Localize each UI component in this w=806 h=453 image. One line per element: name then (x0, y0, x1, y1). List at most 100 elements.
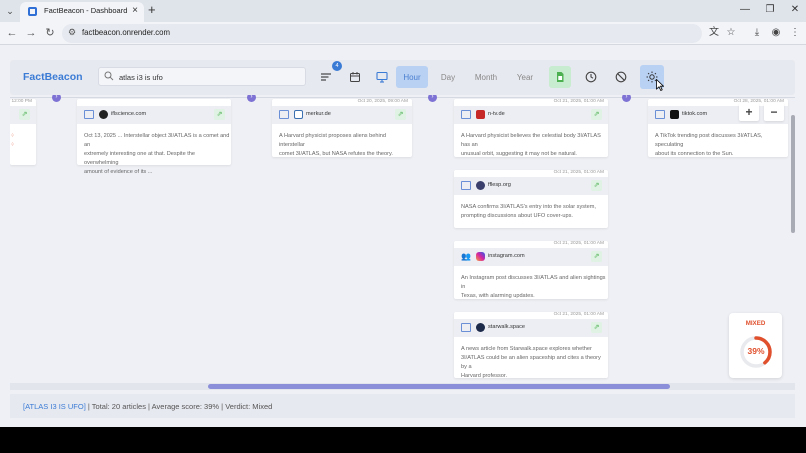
article-card[interactable]: Oct 21, 2025, 01:00 AM n-tv.de ⇗ A Harva… (454, 99, 608, 157)
news-type-icon (655, 110, 665, 119)
article-card[interactable]: Oct 21, 2025, 01:00 AM 👥 instagram.com ⇗… (454, 241, 608, 299)
monitor-view-button[interactable] (371, 66, 393, 88)
source-favicon-icon (476, 252, 485, 261)
dashboard-page: FactBeacon 4 (0, 45, 806, 427)
browser-menu-icon[interactable]: ⋮ (788, 27, 802, 39)
news-type-icon (279, 110, 289, 119)
article-card[interactable]: Oct 21, 2025, 01:00 AM starwalk.space ⇗ … (454, 312, 608, 379)
timeline-marker[interactable]: › (52, 95, 61, 102)
monitor-icon (376, 71, 388, 83)
news-type-icon (461, 110, 471, 119)
timeline-view[interactable]: › › › › 12:00 PM ⇗ ⁘ ⁘ iflscience.com ⇗ O… (10, 95, 795, 390)
article-summary: A news article from Starwalk.space explo… (461, 346, 601, 379)
new-tab-button[interactable]: + (148, 3, 156, 17)
source-name: instagram.com (488, 253, 525, 259)
status-footer: [ATLAS I3 IS UFO] | Total: 20 articles |… (10, 394, 795, 418)
export-sheet-button[interactable] (549, 66, 571, 88)
source-favicon-icon (476, 110, 485, 119)
download-icon[interactable]: ⤓ (750, 27, 764, 39)
open-link-icon[interactable]: ⇗ (591, 109, 602, 120)
open-link-icon[interactable]: ⇗ (591, 180, 602, 191)
filter-sort-button[interactable]: 4 (315, 61, 342, 88)
source-name: merkur.de (306, 111, 331, 117)
block-button[interactable] (610, 66, 632, 88)
source-favicon-icon (99, 110, 108, 119)
source-favicon-icon (670, 110, 679, 119)
card-header: n-tv.de ⇗ (454, 106, 608, 124)
zoom-out-button[interactable]: − (764, 103, 784, 121)
card-header: ⇗ (10, 106, 36, 124)
profile-icon[interactable]: ◉ (769, 27, 783, 39)
address-bar[interactable]: ⚙ factbeacon.onrender.com (62, 24, 702, 43)
article-summary: NASA confirms 3I/ATLAS's entry into the … (461, 204, 596, 219)
footer-query: [ATLAS I3 IS UFO] (23, 402, 86, 411)
article-card[interactable]: iflscience.com ⇗ Oct 13, 2025 ... Inters… (77, 99, 231, 175)
verdict-label: MIXED (745, 320, 766, 327)
bookmark-star-icon[interactable]: ☆ (724, 27, 738, 39)
source-favicon-icon (476, 181, 485, 190)
calendar-button[interactable] (344, 66, 366, 88)
calendar-icon (350, 72, 360, 82)
window-close-icon[interactable]: ✕ (786, 3, 804, 17)
site-info-icon[interactable]: ⚙ (68, 27, 76, 38)
granularity-month[interactable]: Month (470, 66, 502, 88)
article-card[interactable]: Oct 20, 2025, 09:00 AM merkur.de ⇗ A Har… (272, 99, 412, 157)
score-percent: 39% (747, 346, 765, 356)
search-input[interactable] (119, 70, 299, 84)
forward-icon[interactable]: → (24, 26, 38, 40)
article-summary: A Harvard physicist believes the celesti… (461, 133, 601, 157)
brand-logo[interactable]: FactBeacon (23, 71, 83, 83)
granularity-year[interactable]: Year (510, 66, 540, 88)
open-link-icon[interactable]: ⇗ (591, 251, 602, 262)
article-date: Oct 21, 2025, 01:00 AM (553, 99, 604, 104)
url-text: factbeacon.onrender.com (82, 28, 170, 37)
article-card[interactable]: Oct 21, 2025, 01:00 AM fflesp.org ⇗ NASA… (454, 170, 608, 228)
source-favicon-icon (294, 110, 303, 119)
spreadsheet-icon (557, 72, 564, 82)
card-header: starwalk.space ⇗ (454, 319, 608, 337)
footer-stats: | Total: 20 articles | Average score: 39… (85, 402, 273, 411)
mouse-cursor-icon (656, 79, 664, 91)
card-header: 👥 instagram.com ⇗ (454, 248, 608, 266)
news-type-icon (84, 110, 94, 119)
translate-icon[interactable]: 文 (707, 27, 721, 39)
article-summary: A Harvard physicist proposes aliens behi… (279, 133, 393, 157)
open-link-icon[interactable]: ⇗ (19, 109, 30, 120)
open-link-icon[interactable]: ⇗ (214, 109, 225, 120)
partial-card-text-icon: ⁘ ⁘ (10, 133, 15, 148)
block-icon (615, 71, 627, 83)
verdict-score-widget: MIXED 39% (729, 313, 782, 378)
news-type-icon (461, 323, 471, 332)
history-button[interactable] (580, 66, 602, 88)
reload-icon[interactable]: ↻ (43, 26, 57, 40)
granularity-day[interactable]: Day (435, 66, 461, 88)
filter-count-badge: 4 (332, 61, 342, 71)
open-link-icon[interactable]: ⇗ (395, 109, 406, 120)
tab-title: FactBeacon - Dashboard (44, 6, 128, 15)
vertical-scrollbar-thumb[interactable] (791, 115, 795, 233)
article-date: Oct 21, 2025, 01:00 AM (553, 241, 604, 246)
card-header: merkur.de ⇗ (272, 106, 412, 124)
maximize-icon[interactable]: ❐ (761, 3, 779, 17)
article-card-partial[interactable]: 12:00 PM ⇗ ⁘ ⁘ (10, 99, 36, 165)
sort-lines-icon (321, 73, 331, 81)
granularity-hour[interactable]: Hour (396, 66, 428, 88)
zoom-in-button[interactable]: + (739, 103, 759, 121)
back-icon[interactable]: ← (5, 26, 19, 40)
tab-close-icon[interactable]: × (132, 5, 138, 17)
tab-search-icon[interactable]: ⌄ (4, 5, 16, 17)
open-link-icon[interactable]: ⇗ (591, 322, 602, 333)
timeline-marker[interactable]: › (247, 95, 256, 102)
timeline-marker[interactable]: › (622, 95, 631, 102)
article-date: 12:00 PM (11, 99, 32, 104)
timeline-marker[interactable]: › (428, 95, 437, 102)
minimize-icon[interactable]: — (736, 3, 754, 17)
browser-tab-bar: ⌄ FactBeacon - Dashboard × + — ❐ ✕ (0, 0, 806, 22)
source-name: starwalk.space (488, 324, 525, 330)
tab-favicon-icon (28, 7, 37, 16)
search-box[interactable] (98, 67, 306, 86)
browser-tab[interactable]: FactBeacon - Dashboard × (20, 2, 144, 22)
source-name: fflesp.org (488, 182, 511, 188)
horizontal-scrollbar-thumb[interactable] (208, 384, 670, 389)
source-favicon-icon (476, 323, 485, 332)
